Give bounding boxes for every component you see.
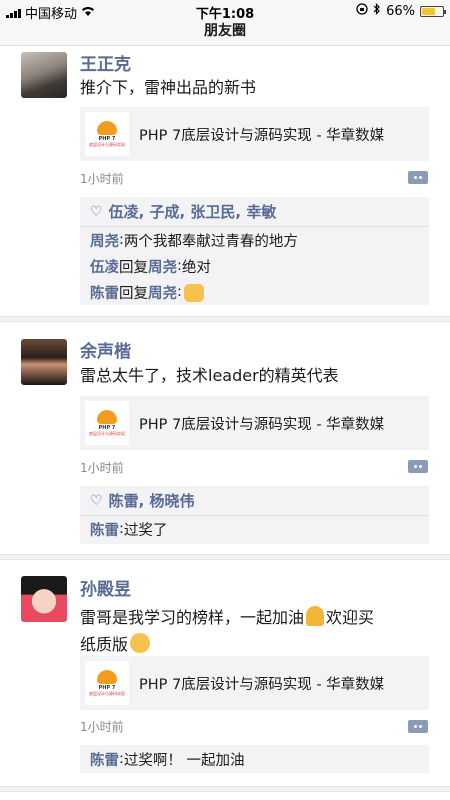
book-cover-subtitle: 底层设计与源码实现 — [89, 141, 125, 147]
comment-author[interactable]: 陈雷 — [90, 282, 119, 303]
comment-author[interactable]: 陈雷 — [90, 749, 119, 770]
comment-menu-icon[interactable] — [408, 171, 428, 184]
reply-label: 回复 — [119, 259, 148, 276]
comment-item[interactable]: 陈雷: 过奖了 — [80, 516, 429, 542]
avatar[interactable] — [21, 576, 67, 622]
comment-item[interactable]: 陈雷 回复 周尧: — [80, 279, 429, 305]
lock-rotation-icon — [356, 3, 368, 19]
post-text-part: 欢迎买 — [326, 608, 375, 627]
book-cover-thumbnail: PHP 7 底层设计与源码实现 — [85, 401, 129, 445]
status-right: 66% — [356, 3, 446, 19]
comment-colon: : — [177, 284, 182, 300]
shared-link-title: PHP 7底层设计与源码实现 - 华章数媒 — [139, 416, 385, 433]
avatar[interactable] — [21, 52, 67, 98]
comment-text: 绝对 — [181, 259, 211, 276]
shared-link-card[interactable]: PHP 7 底层设计与源码实现 PHP 7底层设计与源码实现 - 华章数媒 — [80, 396, 429, 450]
shared-link-title: PHP 7底层设计与源码实现 - 华章数媒 — [139, 127, 385, 144]
battery-icon — [420, 5, 446, 17]
comment-text: 过奖啊！ 一起加油 — [123, 752, 245, 769]
shared-link-card[interactable]: PHP 7 底层设计与源码实现 PHP 7底层设计与源码实现 - 华章数媒 — [80, 656, 429, 710]
reply-target[interactable]: 周尧 — [148, 282, 177, 303]
elephant-logo-icon — [97, 669, 117, 684]
comment-item[interactable]: 陈雷: 过奖啊！ 一起加油 — [80, 745, 429, 773]
reply-label: 回复 — [119, 285, 148, 302]
status-bar: 中国移动 下午1:08 66% — [0, 0, 450, 22]
shared-link-card[interactable]: PHP 7 底层设计与源码实现 PHP 7底层设计与源码实现 - 华章数媒 — [80, 107, 429, 161]
comment-text: 过奖了 — [123, 522, 168, 539]
post-separator — [0, 316, 450, 322]
nav-bar: 朋友圈 — [0, 22, 450, 46]
comment-item[interactable]: 伍凌 回复 周尧: 绝对 — [80, 253, 429, 279]
book-cover-subtitle: 底层设计与源码实现 — [89, 690, 125, 696]
comment-author[interactable]: 周尧 — [90, 230, 119, 251]
post-text-part: 纸质版 — [80, 635, 129, 654]
comments-panel: ♡ 伍凌, 子成, 张卫民, 幸敏 周尧: 两个我都奉献过青春的地方 伍凌 回复周… — [80, 197, 429, 305]
post-text: 推介下，雷神出品的新书 — [80, 78, 257, 97]
post-time: 1小时前 — [80, 461, 124, 475]
post-author-name[interactable]: 孙殿昱 — [80, 575, 131, 600]
comment-menu-icon[interactable] — [408, 460, 428, 473]
book-cover-thumbnail: PHP 7 底层设计与源码实现 — [85, 661, 129, 705]
elephant-logo-icon — [97, 409, 117, 424]
comment-item[interactable]: 周尧: 两个我都奉献过青春的地方 — [80, 227, 429, 253]
avatar[interactable] — [21, 339, 67, 385]
shared-link-title: PHP 7底层设计与源码实现 - 华章数媒 — [139, 676, 385, 693]
book-cover-thumbnail: PHP 7 底层设计与源码实现 — [85, 112, 129, 156]
likes-names[interactable]: 陈雷, 杨晓伟 — [109, 490, 195, 511]
heart-icon: ♡ — [90, 492, 103, 509]
post-time: 1小时前 — [80, 172, 124, 186]
comment-text: 两个我都奉献过青春的地方 — [123, 233, 298, 250]
post-separator — [0, 786, 450, 792]
post-text: 雷哥是我学习的榜样，一起加油 欢迎买 纸质版 — [80, 603, 430, 657]
comment-author[interactable]: 陈雷 — [90, 519, 119, 540]
comment-author[interactable]: 伍凌 — [90, 256, 119, 277]
comment-menu-icon[interactable] — [408, 720, 428, 733]
likes-names[interactable]: 伍凌, 子成, 张卫民, 幸敏 — [109, 201, 277, 222]
bluetooth-icon — [373, 3, 381, 19]
page-title: 朋友圈 — [204, 23, 246, 39]
heart-icon: ♡ — [90, 203, 103, 220]
post-author-name[interactable]: 王正克 — [80, 50, 131, 75]
thumbs-up-emoji-icon — [183, 284, 204, 302]
comments-panel: ♡ 陈雷, 杨晓伟 陈雷: 过奖了 — [80, 486, 429, 544]
book-cover-subtitle: 底层设计与源码实现 — [89, 430, 125, 436]
grinning-face-emoji-icon — [130, 633, 151, 653]
battery-fill — [422, 7, 436, 15]
likes-row: ♡ 伍凌, 子成, 张卫民, 幸敏 — [80, 197, 429, 227]
post-text-part: 雷哥是我学习的榜样，一起加油 — [80, 608, 305, 627]
post-author-name[interactable]: 余声楷 — [80, 337, 131, 362]
battery-percent: 66% — [386, 3, 415, 19]
post-text: 雷总太牛了，技术leader的精英代表 — [80, 366, 339, 385]
likes-row: ♡ 陈雷, 杨晓伟 — [80, 486, 429, 516]
flexed-biceps-emoji-icon — [306, 606, 325, 626]
post-separator — [0, 554, 450, 560]
post-time: 1小时前 — [80, 720, 124, 734]
reply-target[interactable]: 周尧 — [148, 256, 177, 277]
elephant-logo-icon — [97, 120, 117, 135]
comments-panel: 陈雷: 过奖啊！ 一起加油 — [80, 745, 429, 773]
